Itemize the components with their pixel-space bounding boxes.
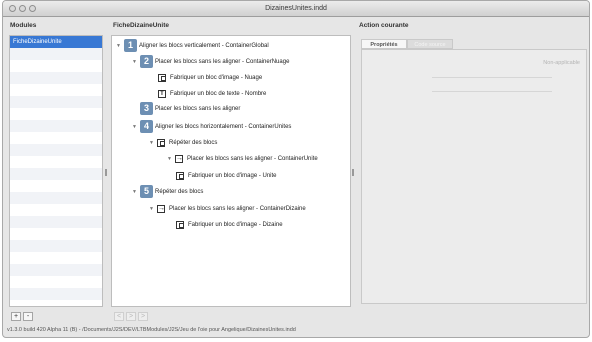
splitter-left[interactable] xyxy=(105,169,107,176)
action-header: Action courante xyxy=(359,22,409,29)
tree-item-label: Répéter des blocs xyxy=(155,188,204,195)
tree-panel: ▼ 1 Aligner les blocs verticalement - Cont… xyxy=(111,35,351,307)
title-bar[interactable]: DizainesUnites.indd xyxy=(3,1,589,17)
remove-module-button[interactable]: - xyxy=(23,312,33,321)
tab-properties[interactable]: Propriétés xyxy=(361,39,407,49)
image-block-icon xyxy=(176,220,184,229)
tree-row[interactable]: ▼ 5 Répéter des blocs xyxy=(132,185,203,198)
status-text: Non-applicable xyxy=(543,60,580,66)
tree-row[interactable]: Fabriquer un bloc d'image - Unite xyxy=(176,169,277,182)
app-window: DizainesUnites.indd Modules FicheDizaine… xyxy=(2,0,590,338)
modules-list: FicheDizaineUnite xyxy=(9,35,103,307)
tree-row[interactable]: T Fabriquer un bloc de texte - Nombre xyxy=(158,87,266,100)
tree-row[interactable]: ▼ 2 Placer les blocs sans les aligner - Co… xyxy=(132,55,289,68)
image-block-icon xyxy=(157,138,165,147)
tree-item-label: Répéter des blocs xyxy=(169,139,218,146)
tree-row[interactable]: ▼ → Placer les blocs sans les aligner - Co… xyxy=(149,202,306,215)
tree-row[interactable]: ▼ 4 Aligner les blocs horizontalement - Co… xyxy=(132,120,291,133)
tree-row[interactable]: ▼ 1 Aligner les blocs verticalement - Cont… xyxy=(116,39,269,52)
tree-item-label: Aligner les blocs verticalement - Contai… xyxy=(139,42,269,49)
tree-row[interactable]: ▼ → Placer les blocs sans les aligner - Co… xyxy=(167,152,318,165)
tree-item-label: Placer les blocs sans les aligner - Cont… xyxy=(169,205,306,212)
expand-toggle-icon[interactable]: ▼ xyxy=(132,124,138,130)
step-number-badge: 4 xyxy=(140,120,153,133)
modules-header: Modules xyxy=(10,22,37,29)
tree-item-label: Aligner les blocs horizontalement - Cont… xyxy=(155,123,292,130)
image-block-icon xyxy=(176,171,184,180)
text-block-icon: T xyxy=(158,89,166,98)
tree-item-label: Fabriquer un bloc de texte - Nombre xyxy=(170,90,267,97)
expand-toggle-icon[interactable]: ▼ xyxy=(116,43,122,49)
property-divider xyxy=(432,91,552,92)
main-header: FicheDizaineUnite xyxy=(113,22,169,29)
expand-toggle-icon[interactable]: ▼ xyxy=(149,140,155,146)
property-divider xyxy=(432,77,552,78)
tree-item-label: Placer les blocs sans les aligner - Cont… xyxy=(155,58,290,65)
tree-row[interactable]: 3 Placer les blocs sans les aligner xyxy=(140,102,240,115)
place-arrow-icon: → xyxy=(157,204,165,213)
expand-toggle-icon[interactable]: ▼ xyxy=(132,189,138,195)
tree-item-label: Fabriquer un bloc d'image - Dizaine xyxy=(188,221,283,228)
nav-back-button[interactable]: < xyxy=(114,312,124,321)
place-arrow-icon: → xyxy=(175,154,183,163)
step-number-badge: 2 xyxy=(140,55,153,68)
tree-row[interactable]: ▼ Répéter des blocs xyxy=(149,136,217,149)
image-block-icon xyxy=(158,73,166,82)
step-number-badge: 3 xyxy=(140,102,153,115)
expand-toggle-icon[interactable]: ▼ xyxy=(132,59,138,65)
status-bar: v1.3.0 build 420 Alpha 11 (B) - /Documen… xyxy=(7,327,296,333)
expand-toggle-icon[interactable]: ▼ xyxy=(149,206,155,212)
tree-item-label: Fabriquer un bloc d'image - Nuage xyxy=(170,74,263,81)
tree-row[interactable]: Fabriquer un bloc d'image - Nuage xyxy=(158,71,262,84)
window-title: DizainesUnites.indd xyxy=(265,5,327,12)
tree-item-label: Fabriquer un bloc d'image - Unite xyxy=(188,172,277,179)
tab-source-code[interactable]: Code source xyxy=(407,39,453,49)
step-number-badge: 5 xyxy=(140,185,153,198)
step-number-badge: 1 xyxy=(124,39,137,52)
add-module-button[interactable]: + xyxy=(11,312,21,321)
tree-item-label: Placer les blocs sans les aligner - Cont… xyxy=(187,155,318,162)
module-item[interactable]: FicheDizaineUnite xyxy=(10,36,102,48)
tree-row[interactable]: Fabriquer un bloc d'image - Dizaine xyxy=(176,218,283,231)
tree-item-label: Placer les blocs sans les aligner xyxy=(155,105,241,112)
expand-toggle-icon[interactable]: ▼ xyxy=(167,156,173,162)
properties-pane: Non-applicable xyxy=(361,49,587,304)
splitter-right[interactable] xyxy=(352,169,354,176)
nav-forward-button[interactable]: > xyxy=(126,312,136,321)
nav-next-button[interactable]: > xyxy=(138,312,148,321)
